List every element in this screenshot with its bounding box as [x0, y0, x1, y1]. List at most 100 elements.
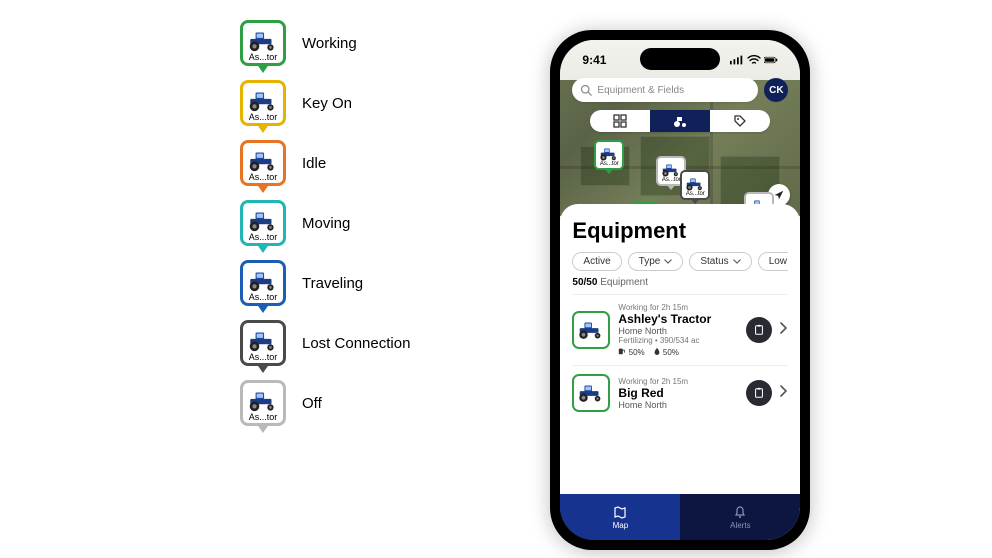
filter-chips: Active Type Status Low F: [572, 252, 788, 271]
tractor-icon: [598, 147, 620, 161]
seg-equipment[interactable]: [650, 110, 710, 132]
equipment-actions: [746, 317, 788, 343]
fuel-icon: [618, 347, 626, 355]
tractor-icon: [576, 382, 606, 404]
equipment-body: Working for 2h 15m Big Red Home North: [618, 377, 738, 410]
equipment-task: Fertilizing • 390/534 ac: [618, 336, 738, 345]
legend-row-traveling: As...tor Traveling: [240, 260, 410, 306]
filter-chip[interactable]: Type: [628, 252, 684, 271]
tractor-icon: [576, 319, 606, 341]
bottom-nav: Map Alerts: [560, 494, 800, 540]
pin-text: As...tor: [662, 177, 681, 183]
view-segmented-control[interactable]: [590, 110, 770, 132]
status-legend: As...tor Working As...tor Key On As...to…: [240, 20, 410, 440]
equipment-name: Big Red: [618, 386, 738, 400]
pin-text: As...tor: [249, 412, 278, 422]
seg-fields[interactable]: [590, 110, 650, 132]
tractor-icon: [660, 163, 682, 177]
wifi-icon: [747, 55, 761, 65]
pin-text: As...tor: [249, 232, 278, 242]
legend-label-moving: Moving: [302, 215, 350, 232]
chevron-down-icon: [664, 259, 672, 264]
chevron-down-icon: [733, 259, 741, 264]
legend-row-idle: As...tor Idle: [240, 140, 410, 186]
status-time: 9:41: [582, 53, 606, 67]
legend-pin-idle: As...tor: [240, 140, 286, 186]
legend-label-off: Off: [302, 395, 322, 412]
pin-text: As...tor: [249, 172, 278, 182]
search-row: Equipment & Fields CK: [560, 78, 800, 102]
legend-row-keyon: As...tor Key On: [240, 80, 410, 126]
tractor-icon: [246, 270, 280, 292]
chevron-right-icon[interactable]: [780, 384, 788, 402]
status-icons: [730, 55, 778, 65]
legend-pin-keyon: As...tor: [240, 80, 286, 126]
search-placeholder: Equipment & Fields: [597, 85, 684, 96]
legend-label-idle: Idle: [302, 155, 326, 172]
nav-alerts[interactable]: Alerts: [680, 494, 800, 540]
legend-row-off: As...tor Off: [240, 380, 410, 426]
equipment-body: Working for 2h 15m Ashley's Tractor Home…: [618, 303, 738, 357]
filter-chip[interactable]: Status: [689, 252, 751, 271]
seg-tags[interactable]: [710, 110, 770, 132]
details-button[interactable]: [746, 317, 772, 343]
battery-icon: [764, 55, 778, 65]
legend-row-lost: As...tor Lost Connection: [240, 320, 410, 366]
legend-pin-moving: As...tor: [240, 200, 286, 246]
equipment-item[interactable]: Working for 2h 15m Ashley's Tractor Home…: [572, 294, 788, 365]
avatar[interactable]: CK: [764, 78, 788, 102]
clipboard-icon: [753, 324, 765, 336]
tractor-icon: [246, 390, 280, 412]
details-button[interactable]: [746, 380, 772, 406]
equipment-location: Home North: [618, 400, 738, 410]
tractor-icon: [684, 177, 706, 191]
equipment-list: Working for 2h 15m Ashley's Tractor Home…: [572, 294, 788, 420]
legend-pin-lost: As...tor: [240, 320, 286, 366]
nav-map[interactable]: Map: [560, 494, 680, 540]
signal-icon: [730, 55, 744, 65]
legend-pin-traveling: As...tor: [240, 260, 286, 306]
equipment-thumb: [572, 374, 610, 412]
equipment-status: Working for 2h 15m: [618, 303, 738, 312]
pin-text: As...tor: [600, 161, 619, 167]
chevron-right-icon[interactable]: [780, 321, 788, 339]
filter-chip[interactable]: Active: [572, 252, 621, 271]
phone-notch: [640, 48, 720, 70]
tractor-icon: [246, 90, 280, 112]
tractor-icon: [246, 30, 280, 52]
bell-icon: [733, 505, 747, 519]
legend-pin-working: As...tor: [240, 20, 286, 66]
drop-icon: [653, 347, 661, 355]
tractor-icon: [246, 330, 280, 352]
equipment-name: Ashley's Tractor: [618, 312, 738, 326]
search-icon: [580, 84, 592, 96]
phone-screen: 9:41 Equipment & Fields CK: [560, 40, 800, 540]
pin-text: As...tor: [249, 292, 278, 302]
filter-chip[interactable]: Low F: [758, 252, 789, 271]
legend-label-lost: Lost Connection: [302, 335, 410, 352]
pin-text: As...tor: [249, 352, 278, 362]
equipment-stats: 50% 50%: [618, 347, 738, 357]
pin-text: As...tor: [249, 112, 278, 122]
search-input[interactable]: Equipment & Fields: [572, 78, 758, 102]
tractor-icon: [246, 150, 280, 172]
clipboard-icon: [753, 387, 765, 399]
map-pin[interactable]: As...tor: [680, 170, 710, 200]
equipment-thumb: [572, 311, 610, 349]
map-pin[interactable]: As...tor: [594, 140, 624, 170]
legend-pin-off: As...tor: [240, 380, 286, 426]
phone-frame: 9:41 Equipment & Fields CK: [550, 30, 810, 550]
map-icon: [613, 505, 627, 519]
equipment-actions: [746, 380, 788, 406]
equipment-item[interactable]: Working for 2h 15m Big Red Home North: [572, 365, 788, 420]
pin-text: As...tor: [686, 191, 705, 197]
sheet-title: Equipment: [572, 218, 788, 244]
equipment-sheet[interactable]: Equipment Active Type Status Low F 50/50 Eq…: [560, 204, 800, 494]
equipment-count: 50/50 Equipment: [572, 277, 788, 288]
legend-label-traveling: Traveling: [302, 275, 363, 292]
equipment-location: Home North: [618, 326, 738, 336]
legend-row-moving: As...tor Moving: [240, 200, 410, 246]
equipment-status: Working for 2h 15m: [618, 377, 738, 386]
legend-row-working: As...tor Working: [240, 20, 410, 66]
legend-label-keyon: Key On: [302, 95, 352, 112]
